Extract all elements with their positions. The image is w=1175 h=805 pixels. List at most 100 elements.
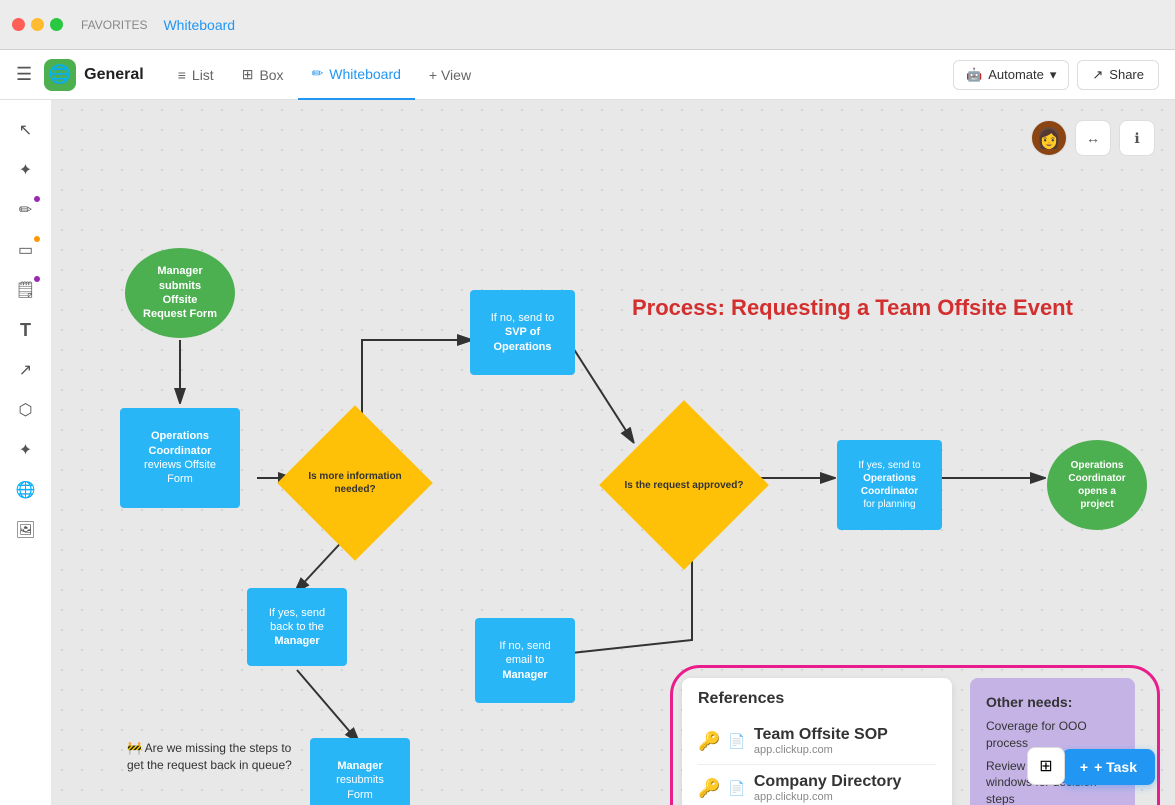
references-title: References — [698, 690, 936, 708]
ref-sop-title: Team Offsite SOP — [754, 726, 888, 744]
task-button[interactable]: + + Task — [1062, 749, 1155, 785]
automate-icon: 🤖 — [966, 67, 982, 83]
note-tool[interactable]: 🗒 — [8, 272, 44, 308]
automate-label: Automate — [988, 67, 1044, 82]
node-svp-operations[interactable]: If no, send to SVP of Operations — [470, 290, 575, 375]
ref-sop-url: app.clickup.com — [754, 744, 888, 756]
rectangle-tool[interactable]: ▭ — [8, 232, 44, 268]
traffic-lights — [12, 18, 63, 31]
fullscreen-button[interactable] — [50, 18, 63, 31]
notes-title: Other needs: — [986, 694, 1119, 710]
node-ops-planning[interactable]: If yes, send to Operations Coordinator f… — [837, 440, 942, 530]
info-icon: ℹ — [1134, 130, 1139, 147]
workspace-name: General — [84, 66, 144, 84]
whiteboard-icon: ✏ — [312, 65, 324, 82]
topnav: ☰ 🌐 General ≡ List ⊞ Box ✏ Whiteboard + … — [0, 50, 1175, 100]
list-label: List — [192, 67, 214, 83]
nav-items: ≡ List ⊞ Box ✏ Whiteboard + View — [164, 50, 485, 100]
task-label: + Task — [1094, 759, 1137, 775]
ref-item-directory[interactable]: 🔑 📄 Company Directory app.clickup.com — [698, 765, 936, 805]
grid-icon: ⊞ — [1039, 756, 1052, 776]
fit-icon: ↔ — [1086, 130, 1100, 146]
globe-tool[interactable]: 🌐 — [8, 472, 44, 508]
references-box: References 🔑 📄 Team Offsite SOP app.clic… — [682, 678, 952, 805]
node-more-info-diamond[interactable]: Is more information needed? — [277, 405, 433, 561]
ops-coordinator-label: Operations Coordinator reviews Offsite F… — [140, 425, 220, 490]
automate-button[interactable]: 🤖 Automate ▾ — [953, 60, 1069, 90]
note-icon: 🗒 — [15, 280, 35, 300]
manager-submits-label: Manager submits Offsite Request Form — [139, 260, 221, 325]
canvas-controls: 👩 ↔ ℹ — [1031, 120, 1155, 156]
info-button[interactable]: ℹ — [1119, 120, 1155, 156]
whiteboard-label: Whiteboard — [329, 66, 401, 82]
minimize-button[interactable] — [31, 18, 44, 31]
network-icon: ⬡ — [19, 400, 33, 420]
image-tool[interactable]: 🖼 — [8, 512, 44, 548]
grid-button[interactable]: ⊞ — [1027, 747, 1065, 785]
task-plus-icon: + — [1080, 759, 1088, 775]
node-ops-coordinator-reviews[interactable]: Operations Coordinator reviews Offsite F… — [120, 408, 240, 508]
canvas-title: Process: Requesting a Team Offsite Event — [632, 295, 1073, 321]
whiteboard-canvas[interactable]: Process: Requesting a Team Offsite Event… — [52, 100, 1175, 805]
ref-dir-title: Company Directory — [754, 773, 902, 791]
node-manager-resubmits[interactable]: Manager resubmits Form — [310, 738, 410, 805]
network-tool[interactable]: ⬡ — [8, 392, 44, 428]
share-label: Share — [1109, 67, 1144, 82]
magic-icon: ✦ — [19, 160, 32, 180]
titlebar: FAVORITES Whiteboard — [0, 0, 1175, 50]
key-icon-2: 🔑 — [698, 778, 720, 799]
workspace-icon: 🌐 — [44, 59, 76, 91]
list-nav-item[interactable]: ≡ List — [164, 50, 228, 100]
manager-resubmits-label: Manager resubmits Form — [332, 755, 388, 805]
node-ops-coordinator-opens[interactable]: Operations Coordinator opens a project — [1047, 440, 1147, 530]
box-nav-item[interactable]: ⊞ Box — [228, 50, 298, 100]
star-tool[interactable]: ✦ — [8, 432, 44, 468]
file-icon-1: 📄 — [728, 733, 745, 750]
cursor-icon: ↖ — [19, 120, 32, 140]
view-nav-item[interactable]: + View — [415, 50, 485, 100]
share-button[interactable]: ↗ Share — [1077, 60, 1159, 90]
node-email-manager[interactable]: If no, send email to Manager — [475, 618, 575, 703]
approved-label: Is the request approved? — [625, 478, 744, 491]
node-approved-diamond[interactable]: Is the request approved? — [599, 400, 769, 570]
share-icon: ↗ — [1092, 67, 1103, 83]
globe-icon: 🌐 — [16, 480, 36, 500]
svp-label: If no, send to SVP of Operations — [487, 307, 559, 358]
magic-tool[interactable]: ✦ — [8, 152, 44, 188]
box-icon: ⊞ — [242, 66, 254, 83]
favorites-label: FAVORITES — [81, 18, 147, 32]
whiteboard-tab[interactable]: Whiteboard — [163, 17, 235, 33]
send-back-label: If yes, send back to the Manager — [265, 602, 329, 653]
pen-icon: ✏ — [19, 200, 32, 220]
pen-tool[interactable]: ✏ — [8, 192, 44, 228]
ref-item-sop[interactable]: 🔑 📄 Team Offsite SOP app.clickup.com — [698, 718, 936, 765]
chevron-down-icon: ▾ — [1050, 67, 1057, 83]
box-label: Box — [259, 67, 283, 83]
avatar-icon: 👩 — [1037, 126, 1062, 151]
text-tool[interactable]: T — [8, 312, 44, 348]
whiteboard-nav-item[interactable]: ✏ Whiteboard — [298, 50, 415, 100]
ref-dir-url: app.clickup.com — [754, 791, 902, 803]
image-icon: 🖼 — [15, 520, 35, 540]
view-label: + View — [429, 67, 471, 83]
list-icon: ≡ — [178, 67, 186, 83]
hamburger-icon[interactable]: ☰ — [16, 64, 32, 85]
rect-dot — [34, 236, 40, 242]
ops-opens-label: Operations Coordinator opens a project — [1064, 455, 1129, 515]
email-manager-label: If no, send email to Manager — [495, 635, 554, 686]
ops-planning-label: If yes, send to Operations Coordinator f… — [854, 455, 924, 515]
cursor-tool[interactable]: ↖ — [8, 112, 44, 148]
key-icon-1: 🔑 — [698, 731, 720, 752]
left-toolbar: ↖ ✦ ✏ ▭ 🗒 T ↗ ⬡ ✦ 🌐 🖼 — [0, 100, 52, 805]
connector-icon: ↗ — [19, 360, 32, 380]
node-manager-submits[interactable]: Manager submits Offsite Request Form — [125, 248, 235, 338]
connector-tool[interactable]: ↗ — [8, 352, 44, 388]
avatar-button[interactable]: 👩 — [1031, 120, 1067, 156]
more-info-label: Is more information needed? — [300, 470, 410, 496]
main-area: ↖ ✦ ✏ ▭ 🗒 T ↗ ⬡ ✦ 🌐 🖼 — [0, 100, 1175, 805]
text-icon: T — [20, 320, 31, 341]
node-send-back-manager[interactable]: If yes, send back to the Manager — [247, 588, 347, 666]
note-dot — [34, 276, 40, 282]
close-button[interactable] — [12, 18, 25, 31]
fit-view-button[interactable]: ↔ — [1075, 120, 1111, 156]
